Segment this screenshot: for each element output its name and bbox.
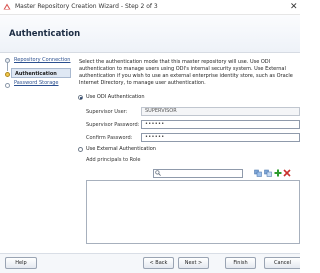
next-button[interactable]: Next > bbox=[178, 257, 209, 269]
supervisor-password-field[interactable]: •••••• bbox=[141, 120, 300, 129]
external-auth-label[interactable]: Use External Authentication bbox=[86, 146, 156, 152]
supervisor-password-label: Supervisor Password: bbox=[86, 122, 140, 128]
cancel-button[interactable]: Cancel bbox=[264, 257, 300, 269]
add-principals-label: Add principals to Role bbox=[86, 157, 141, 163]
step-pending-icon bbox=[5, 83, 10, 88]
window-title: Master Repository Creation Wizard - Step… bbox=[15, 3, 158, 10]
step-done-icon bbox=[5, 58, 10, 63]
external-auth-radio[interactable] bbox=[78, 147, 83, 152]
close-icon[interactable]: ✕ bbox=[290, 1, 298, 13]
supervisor-user-field[interactable]: SUPERVISOR bbox=[141, 107, 300, 116]
help-button[interactable]: Help bbox=[5, 257, 37, 269]
confirm-password-field[interactable]: •••••• bbox=[141, 133, 300, 142]
step-repository-connection[interactable]: Repository Connection bbox=[14, 57, 70, 63]
app-icon bbox=[3, 3, 11, 10]
step-authentication[interactable]: Authentication bbox=[11, 68, 71, 78]
remove-icon[interactable] bbox=[283, 169, 291, 177]
search-icon bbox=[155, 170, 161, 176]
odi-auth-radio[interactable] bbox=[78, 95, 83, 100]
principals-search-input[interactable] bbox=[153, 169, 243, 178]
confirm-password-label: Confirm Password: bbox=[86, 135, 133, 141]
back-button[interactable]: < Back bbox=[143, 257, 174, 269]
add-icon[interactable] bbox=[274, 169, 282, 177]
supervisor-user-label: Supervisor User: bbox=[86, 109, 128, 115]
window-titlebar: Master Repository Creation Wizard - Step… bbox=[0, 0, 300, 15]
page-header: Authentication bbox=[0, 15, 300, 53]
step-current-icon bbox=[5, 72, 10, 77]
page-title: Authentication bbox=[9, 29, 81, 39]
principals-list[interactable] bbox=[86, 180, 300, 244]
step-password-storage[interactable]: Password Storage bbox=[14, 80, 59, 86]
add-groups-icon[interactable] bbox=[264, 169, 272, 177]
auth-description: Select the authentication mode that this… bbox=[79, 59, 293, 86]
odi-auth-label[interactable]: Use ODI Authentication bbox=[86, 94, 144, 100]
add-users-icon[interactable] bbox=[254, 169, 262, 177]
finish-button[interactable]: Finish bbox=[225, 257, 256, 269]
